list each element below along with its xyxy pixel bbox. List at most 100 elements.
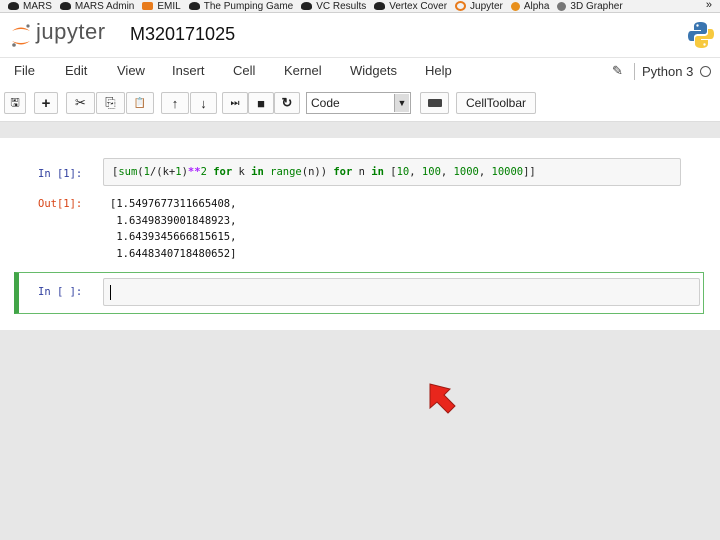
globe-icon — [557, 1, 567, 11]
code-number: 100 — [421, 166, 441, 178]
code-builtin: sum — [118, 166, 138, 178]
kernel-idle-indicator-icon — [700, 66, 711, 77]
bookmark-label: Alpha — [523, 0, 550, 12]
move-up-button[interactable]: ↑ — [161, 92, 189, 114]
code-number: 10 — [396, 166, 410, 178]
mask-icon — [301, 2, 313, 10]
in-prompt-2: In [ ]: — [38, 286, 83, 298]
code-token: , — [409, 166, 422, 178]
bookmark-label: VC Results — [316, 0, 367, 12]
run-button[interactable]: ⏭ — [222, 92, 248, 114]
mask-icon — [8, 2, 19, 10]
mask-icon — [374, 2, 386, 10]
save-button[interactable]: 🖫 — [4, 92, 26, 114]
code-input-2[interactable] — [103, 278, 700, 306]
bookmark-item[interactable]: VC Results — [301, 1, 366, 12]
code-operator: ** — [187, 166, 201, 178]
menu-file[interactable]: File — [14, 63, 35, 78]
menu-insert[interactable]: Insert — [172, 63, 205, 78]
menu-view[interactable]: View — [117, 63, 145, 78]
code-input-1[interactable]: [sum(1/(k+1)**2 for k in range(n)) for n… — [103, 158, 681, 186]
code-token: /(k+ — [149, 166, 176, 178]
cut-icon: ✂ — [75, 95, 86, 110]
bookmark-label: EMIL — [157, 0, 181, 12]
kernel-name[interactable]: Python 3 — [642, 64, 693, 79]
bookmark-item[interactable]: Jupyter — [455, 1, 503, 12]
code-number: 10000 — [491, 166, 524, 178]
code-number: 1000 — [453, 166, 479, 178]
code-token: k — [232, 166, 252, 178]
jupyter-logo-text[interactable]: jupyter — [36, 19, 106, 45]
menu-cell[interactable]: Cell — [233, 63, 255, 78]
save-icon: 🖫 — [10, 96, 20, 109]
notebook-title[interactable]: M320171025 — [130, 24, 235, 45]
jupyter-icon — [455, 1, 467, 11]
bookmark-item[interactable]: The Pumping Game — [188, 1, 293, 12]
code-keyword: for — [213, 166, 233, 178]
keyboard-icon — [427, 99, 442, 107]
bookmark-item[interactable]: MARS Admin — [59, 0, 135, 12]
mask-icon — [188, 2, 200, 10]
command-palette-button[interactable] — [420, 92, 449, 114]
insert-cell-icon: + — [41, 94, 51, 112]
jupyter-logo-icon[interactable] — [10, 23, 32, 49]
menu-help[interactable]: Help — [425, 63, 452, 78]
code-token: , — [478, 166, 492, 178]
cut-button[interactable]: ✂ — [66, 92, 95, 114]
bookmark-label: Jupyter — [470, 0, 503, 12]
code-token: , — [440, 166, 454, 178]
python-logo-icon — [688, 22, 714, 48]
code-keyword: for — [333, 166, 353, 178]
restart-button[interactable]: ↻ — [274, 92, 300, 114]
insert-cell-button[interactable]: + — [34, 92, 58, 114]
bookmark-label: Vertex Cover — [389, 0, 448, 12]
paste-icon: 📋 — [133, 97, 147, 109]
code-token: (n)) — [301, 166, 334, 178]
stop-button[interactable]: ■ — [248, 92, 274, 114]
code-cell-1[interactable]: In [1]: [sum(1/(k+1)**2 for k in range(n… — [14, 152, 704, 264]
gear-icon — [510, 1, 520, 11]
code-token: n — [352, 166, 372, 178]
menu-widgets[interactable]: Widgets — [350, 63, 397, 78]
notebook-toolbar: 🖫 + ✂ ⎘ 📋 ↑ ↓ ⏭ ■ ↻ Code ▼ CellToolbar — [0, 85, 720, 122]
edit-mode-pencil-icon: ✎ — [612, 63, 623, 78]
stop-icon: ■ — [257, 95, 265, 111]
move-down-button[interactable]: ↓ — [190, 92, 217, 114]
bookmarks-bar: MARS MARS Admin EMIL The Pumping Game VC Res… — [0, 0, 720, 13]
bookmark-label: MARS Admin — [74, 0, 135, 12]
code-keyword: in — [251, 166, 264, 178]
move-up-icon: ↑ — [171, 95, 179, 111]
bookmark-label: MARS — [23, 0, 52, 12]
bookmarks-overflow-button[interactable]: » — [706, 0, 712, 11]
in-prompt-1: In [1]: — [38, 168, 83, 180]
bookmark-item[interactable]: Vertex Cover — [374, 1, 447, 12]
move-down-icon: ↓ — [200, 95, 207, 111]
out-prompt-1: Out[1]: — [38, 198, 83, 210]
code-token: [ — [383, 166, 397, 178]
copy-button[interactable]: ⎘ — [96, 92, 125, 114]
menu-kernel[interactable]: Kernel — [284, 63, 322, 78]
bookmarks-list: MARS MARS Admin EMIL The Pumping Game VC Res… — [0, 1, 623, 12]
code-text-1: [sum(1/(k+1)**2 for k in range(n)) for n… — [112, 166, 536, 178]
kernel-separator — [634, 63, 635, 80]
notebook-header: jupyter M320171025 — [0, 13, 720, 57]
menu-bar: File Edit View Insert Cell Kernel Widget… — [0, 57, 720, 86]
bookmark-label: 3D Grapher — [570, 0, 623, 12]
m-icon — [142, 2, 154, 10]
mask-icon — [59, 2, 71, 10]
text-cursor — [110, 285, 111, 300]
mouse-pointer-icon — [429, 383, 456, 414]
bookmark-item[interactable]: EMIL — [142, 0, 181, 12]
celltoolbar-button[interactable]: CellToolbar — [456, 92, 536, 114]
copy-icon: ⎘ — [105, 95, 116, 110]
code-keyword: in — [371, 166, 384, 178]
menu-edit[interactable]: Edit — [65, 63, 87, 78]
paste-button[interactable]: 📋 — [126, 92, 154, 114]
bookmark-item[interactable]: 3D Grapher — [557, 0, 623, 12]
bookmark-item[interactable]: MARS — [8, 1, 52, 12]
celltoolbar-label: CellToolbar — [465, 96, 527, 110]
cell-type-select[interactable]: Code ▼ — [306, 92, 411, 114]
code-cell-2[interactable]: In [ ]: — [14, 272, 704, 314]
bookmark-item[interactable]: Alpha — [510, 0, 550, 12]
cell-type-value: Code — [311, 96, 340, 110]
